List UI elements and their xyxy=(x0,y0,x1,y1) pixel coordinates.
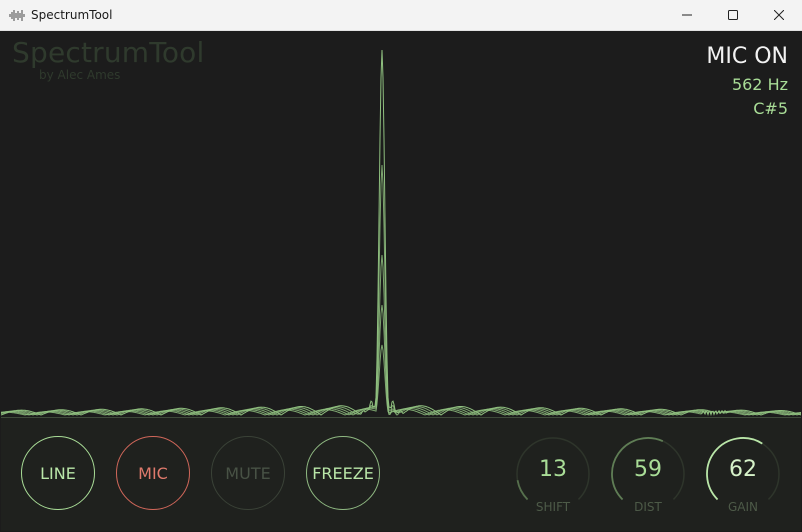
waveform-icon xyxy=(9,10,25,21)
gain-knob-value: 62 xyxy=(729,457,757,482)
spectrum-view xyxy=(1,31,801,417)
note-readout: C#5 xyxy=(753,99,788,118)
shift-knob-label: SHIFT xyxy=(535,500,571,514)
title-bar: SpectrumTool xyxy=(0,0,802,31)
spectrum-trace xyxy=(1,344,801,416)
app-byline: by Alec Ames xyxy=(39,68,121,82)
mic-button[interactable]: MIC xyxy=(116,436,190,510)
maximize-button[interactable] xyxy=(710,0,756,30)
spectrum-trace xyxy=(1,49,801,416)
spectrum-trace xyxy=(1,164,801,416)
dist-knob-value: 59 xyxy=(634,457,662,482)
close-button[interactable] xyxy=(756,0,802,30)
app-logo-text: SpectrumTool xyxy=(12,36,205,69)
close-icon xyxy=(774,10,784,20)
spectrum-trace xyxy=(1,254,801,416)
knob-arc xyxy=(516,480,529,501)
line-button[interactable]: LINE xyxy=(21,436,95,510)
frequency-readout: 562 Hz xyxy=(731,75,788,94)
shift-knob-value: 13 xyxy=(539,457,567,482)
spectrum-plot xyxy=(1,49,801,416)
dist-knob[interactable]: 59 DIST xyxy=(610,436,686,514)
input-status: MIC ON xyxy=(706,44,788,69)
minimize-button[interactable] xyxy=(664,0,710,30)
gain-knob[interactable]: 62 GAIN xyxy=(705,436,781,514)
gain-knob-label: GAIN xyxy=(727,500,759,514)
shift-knob[interactable]: 13 SHIFT xyxy=(515,436,591,514)
minimize-icon xyxy=(682,14,692,16)
mute-button[interactable]: MUTE xyxy=(211,436,285,510)
maximize-icon xyxy=(728,10,738,20)
spectrum-trace xyxy=(1,304,801,416)
dist-knob-label: DIST xyxy=(634,500,662,514)
window-title: SpectrumTool xyxy=(31,8,113,22)
freeze-button[interactable]: FREEZE xyxy=(306,436,380,510)
